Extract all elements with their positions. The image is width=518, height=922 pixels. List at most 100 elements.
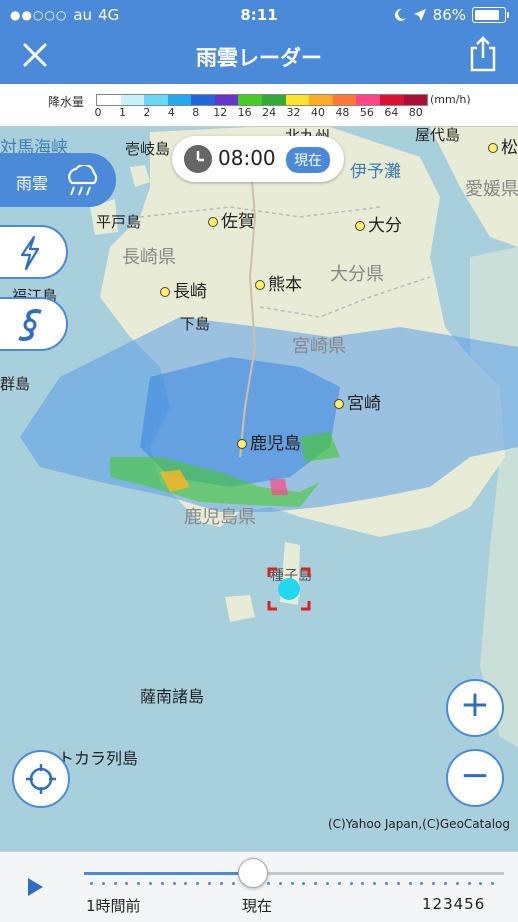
now-badge: 現在	[286, 147, 330, 173]
map-copyright: (C)Yahoo Japan,(C)GeoCatalog	[327, 817, 510, 831]
legend-swatch	[285, 95, 310, 105]
map-label-city: 大分	[355, 211, 402, 236]
legend-swatch	[214, 95, 239, 105]
typhoon-icon	[18, 309, 42, 341]
battery-icon	[472, 7, 509, 23]
legend-tick-label: 24	[262, 106, 277, 119]
timeline-tick	[302, 882, 306, 885]
timeline-tick	[101, 882, 105, 885]
map-label-place: 屋代島	[415, 127, 461, 144]
timeline-tick	[149, 882, 152, 885]
legend-tick-label: 4	[167, 106, 175, 119]
timeline-tick	[444, 882, 447, 885]
zoom-out-label: −	[459, 755, 491, 796]
timeline-label-past: 1時間前	[86, 897, 141, 915]
timeline-tick	[219, 882, 223, 885]
legend-swatch	[97, 95, 121, 105]
timeline-tick	[337, 882, 341, 885]
legend-tick-label: 40	[311, 106, 325, 119]
legend-tick-label: 48	[335, 106, 350, 119]
current-time: 08:00	[218, 146, 276, 170]
share-icon[interactable]	[466, 34, 500, 74]
timeline-tick	[373, 882, 377, 885]
radar-map[interactable]: 対馬海峡 壱岐島 北九州 屋代島 松 伊予灘 愛媛県 平戸島 佐賀 大分 長崎県…	[0, 127, 518, 851]
timeline-tick	[479, 882, 483, 885]
time-indicator[interactable]: 08:00 現在	[172, 136, 344, 182]
legend-swatch	[262, 95, 286, 105]
timeline-tick	[172, 882, 176, 885]
map-label-place: 平戸島	[96, 213, 142, 231]
page-title: 雨雲レーダー	[196, 46, 322, 70]
rain-cloud-button[interactable]: 雨雲	[0, 153, 116, 207]
legend-swatch	[167, 95, 192, 105]
legend-swatch	[403, 95, 428, 105]
rain-cloud-icon	[68, 165, 98, 196]
map-land	[20, 127, 518, 747]
map-label-prefecture: 長崎県	[122, 247, 176, 268]
clock-icon	[184, 145, 212, 173]
timeline-tick	[125, 882, 129, 885]
legend-unit: (mm/h)	[430, 93, 471, 106]
legend-tick-label: 32	[286, 106, 301, 119]
timeline-slider-handle[interactable]	[238, 858, 268, 888]
timeline-tick	[491, 882, 495, 885]
map-label-city: 熊本	[255, 270, 302, 295]
map-label-place: 壱岐島	[125, 140, 171, 158]
legend-tick-label: 1	[118, 106, 126, 119]
map-label-sea: 伊予灘	[350, 162, 401, 182]
map-label-place: トカラ列島	[58, 749, 139, 768]
legend-tick-label: 56	[359, 106, 374, 119]
map-label-city: 鹿児島	[237, 429, 301, 454]
legend-ticks: 0 1 2 4 8 12 16 24 32 40 48 56 64 80	[94, 106, 426, 120]
moon-icon	[394, 8, 406, 21]
timeline-tick	[231, 882, 235, 885]
timeline-tick	[208, 882, 211, 885]
map-label-city: 佐賀	[208, 207, 255, 232]
timeline-tick	[314, 882, 318, 885]
legend-tick-label: 16	[237, 106, 252, 119]
legend-tick-label: 8	[192, 106, 200, 119]
timeline-tick	[455, 882, 459, 885]
timeline-tick	[137, 882, 141, 885]
location-arrow-icon	[413, 9, 426, 21]
timeline-ticks	[90, 882, 500, 886]
legend-tick-label: 64	[384, 106, 399, 119]
timeline-tick	[160, 882, 164, 885]
status-bar: ●●○○○ au 4G 8:11 86%	[0, 0, 518, 30]
precipitation-legend: 降水量 0 1 2 4 8 12 16 24 32 40 48 56 64 80 (mm/h)	[0, 84, 518, 127]
lightning-button[interactable]	[0, 225, 68, 279]
play-icon[interactable]	[28, 878, 43, 896]
legend-swatch	[191, 95, 215, 105]
rain-cloud-label: 雨雲	[16, 174, 49, 193]
timeline-label-now: 現在	[242, 897, 273, 915]
timeline-tick	[278, 882, 282, 885]
timeline-tick	[196, 882, 200, 885]
timeline-tick	[420, 882, 424, 885]
locate-me-button[interactable]	[12, 750, 70, 808]
legend-swatch	[332, 95, 357, 105]
timeline-track[interactable]	[84, 872, 504, 875]
timeline-tick	[267, 882, 270, 885]
zoom-out-button[interactable]: −	[446, 749, 504, 807]
zoom-in-label: +	[459, 684, 491, 725]
timeline-tick	[432, 882, 436, 885]
map-label-place: 下島	[180, 315, 211, 333]
timeline-tick	[396, 882, 400, 885]
legend-tick-label: 2	[143, 106, 151, 119]
nav-bar: 雨雲レーダー	[0, 30, 518, 84]
zoom-in-button[interactable]: +	[446, 679, 504, 737]
legend-tick-label: 0	[94, 106, 102, 119]
typhoon-button[interactable]	[0, 297, 68, 351]
map-label-prefecture: 宮崎県	[292, 336, 346, 357]
timeline-tick	[113, 882, 117, 885]
legend-swatch	[238, 95, 263, 105]
timeline-tick	[349, 882, 353, 885]
legend-swatch	[356, 95, 380, 105]
timeline-tick	[290, 882, 294, 885]
crosshair-icon	[26, 764, 56, 794]
legend-tick-label: 80	[408, 106, 423, 119]
lightning-icon	[20, 235, 40, 271]
legend-swatch	[309, 95, 333, 105]
timeline-tick	[90, 882, 93, 885]
map-label-place: 群島	[0, 375, 31, 393]
